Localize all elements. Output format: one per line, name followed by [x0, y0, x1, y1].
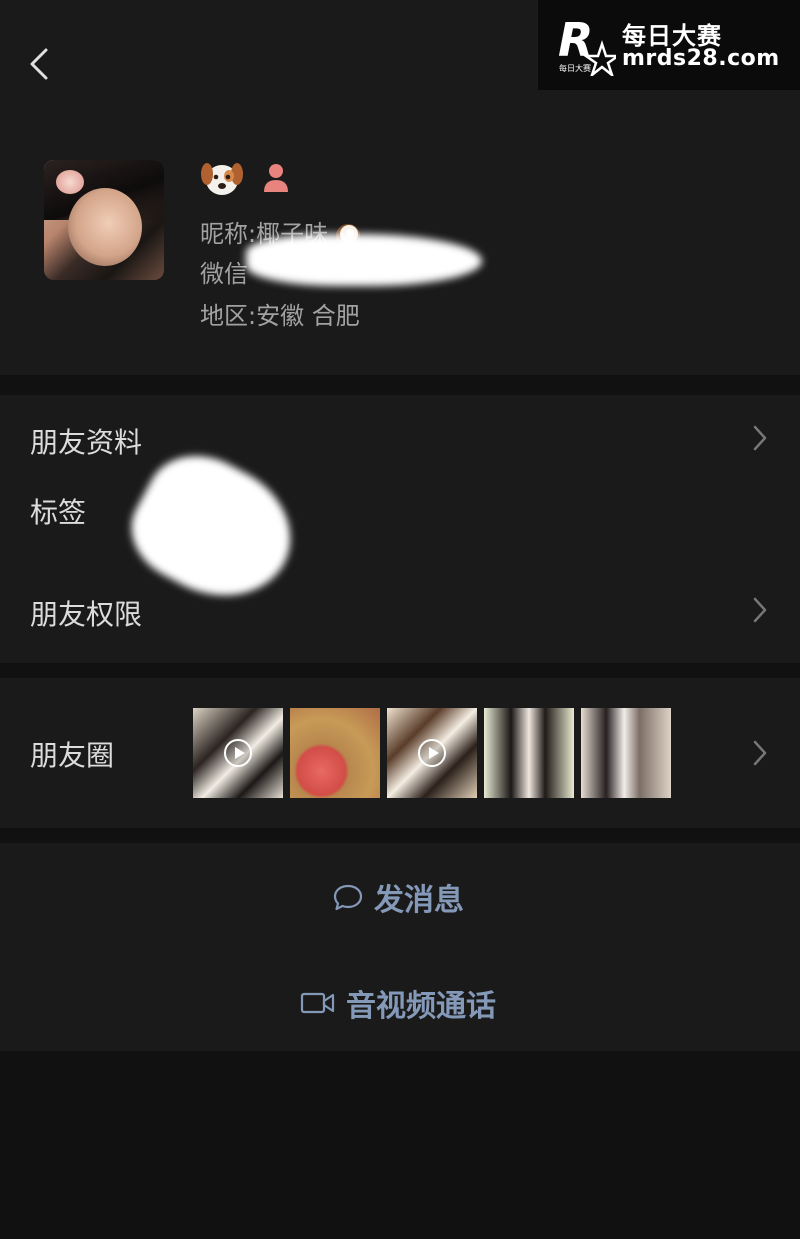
moments-row[interactable]: 朋友圈: [0, 678, 800, 828]
moments-label: 朋友圈: [30, 739, 115, 772]
redaction-mark: [246, 234, 482, 286]
friend-info-row[interactable]: 朋友资料: [0, 403, 800, 473]
wechat-id-row: 微信: [200, 254, 248, 289]
region-row: 地区:安徽 合肥: [200, 296, 360, 331]
tags-row[interactable]: 标签: [0, 475, 800, 545]
moments-thumbnail[interactable]: [581, 708, 671, 798]
region-text: 地区:安徽 合肥: [200, 302, 360, 330]
watermark-url: mrds28.com: [622, 46, 780, 71]
friend-info-label: 朋友资料: [30, 426, 143, 459]
action-buttons: 发消息 音视频通话: [0, 843, 800, 1051]
top-bar: R 每日大赛 每日大赛 mrds28.com: [0, 0, 800, 120]
moments-thumbnail[interactable]: [193, 708, 283, 798]
svg-text:R: R: [558, 14, 593, 67]
video-call-label: 音视频通话: [346, 989, 496, 1024]
watermark-logo: R 每日大赛: [558, 14, 616, 76]
moments-thumbnail[interactable]: [290, 708, 380, 798]
video-camera-icon: [300, 992, 335, 1014]
chevron-right-icon: [750, 595, 770, 625]
back-button[interactable]: [22, 44, 58, 84]
friend-permissions-row[interactable]: 朋友权限: [0, 575, 800, 645]
chevron-right-icon: [750, 738, 770, 768]
svg-text:每日大赛: 每日大赛: [559, 63, 591, 73]
moments-thumbnail[interactable]: [387, 708, 477, 798]
chevron-right-icon: [750, 423, 770, 453]
chat-bubble-icon: [333, 884, 363, 911]
profile-header: 昵称:椰子味 微信 地区:安徽 合肥: [0, 120, 800, 375]
moments-thumbnail[interactable]: [484, 708, 574, 798]
menu-section: 朋友资料 标签 朋友权限: [0, 395, 800, 663]
dog-face-icon: [201, 163, 243, 195]
chevron-left-icon: [30, 48, 48, 80]
wechat-id-label: 微信: [200, 260, 248, 288]
watermark-overlay: R 每日大赛 每日大赛 mrds28.com: [538, 0, 800, 90]
avatar[interactable]: [44, 160, 164, 280]
play-icon: [418, 739, 446, 767]
send-message-button[interactable]: 发消息: [0, 851, 800, 941]
friend-permissions-label: 朋友权限: [30, 598, 143, 631]
play-icon: [224, 739, 252, 767]
contact-profile-page: R 每日大赛 每日大赛 mrds28.com 昵称:椰子味 微信 地区:安徽 合…: [0, 0, 800, 1239]
tags-label: 标签: [30, 496, 87, 529]
video-call-button[interactable]: 音视频通话: [0, 957, 800, 1047]
send-message-label: 发消息: [374, 883, 464, 918]
female-person-icon: [264, 164, 288, 192]
